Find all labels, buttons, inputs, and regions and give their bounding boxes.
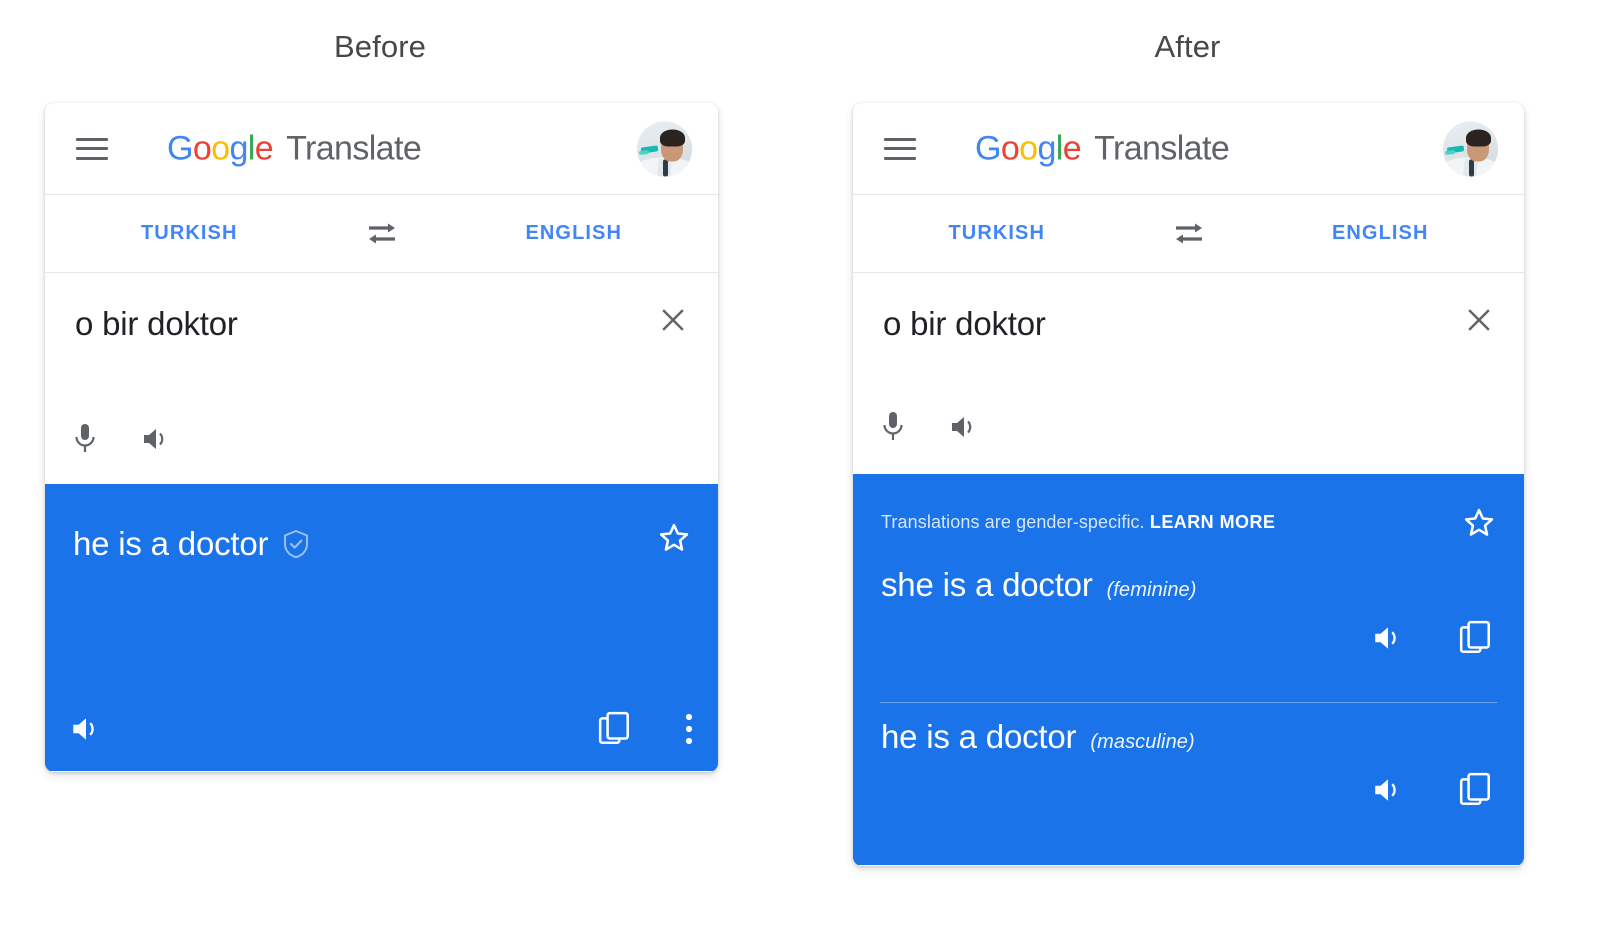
translation-text: she is a doctor — [881, 566, 1093, 603]
language-bar: TURKISH ENGLISH — [853, 195, 1524, 273]
google-wordmark: Google — [167, 129, 274, 167]
google-translate-logo: Google Translate — [167, 129, 422, 168]
verified-shield-icon — [282, 529, 310, 559]
microphone-icon[interactable] — [72, 422, 98, 456]
star-outline-icon[interactable] — [656, 520, 692, 556]
close-icon[interactable] — [654, 301, 692, 339]
close-icon[interactable] — [1460, 301, 1498, 339]
source-language-button[interactable]: TURKISH — [853, 222, 1141, 245]
source-actions — [72, 422, 172, 456]
gender-label: (masculine) — [1090, 731, 1195, 753]
translation-text: he is a doctor — [881, 718, 1077, 755]
google-translate-logo: Google Translate — [975, 129, 1230, 168]
avatar[interactable] — [1443, 121, 1498, 176]
source-input[interactable]: o bir doktor — [75, 305, 238, 343]
avatar[interactable] — [637, 121, 692, 176]
result-action-bar — [45, 711, 718, 747]
speaker-icon[interactable] — [140, 424, 172, 454]
before-heading: Before — [334, 29, 426, 64]
language-bar: TURKISH ENGLISH — [45, 195, 718, 273]
translation-row: he is a doctor — [73, 525, 310, 563]
variant-divider — [880, 702, 1497, 703]
speaker-icon[interactable] — [1371, 622, 1405, 654]
translation-variant-feminine: she is a doctor (feminine) — [853, 566, 1524, 688]
comparison-figure: Before After Google Translate TURKISH EN… — [0, 0, 1600, 939]
translation-variant-masculine: he is a doctor (masculine) — [853, 718, 1524, 848]
hamburger-menu-icon[interactable] — [76, 137, 108, 160]
gender-label: (feminine) — [1106, 579, 1197, 601]
source-input[interactable]: o bir doktor — [883, 305, 1046, 343]
copy-icon[interactable] — [598, 711, 632, 747]
target-language-button[interactable]: ENGLISH — [430, 222, 719, 245]
source-language-button[interactable]: TURKISH — [45, 222, 334, 245]
swap-arrows-icon[interactable] — [1141, 219, 1237, 249]
copy-icon[interactable] — [1459, 620, 1493, 656]
hamburger-menu-icon[interactable] — [884, 137, 916, 160]
before-translate-card: Google Translate TURKISH ENGLISH o bir d… — [45, 103, 718, 772]
source-text-area[interactable]: o bir doktor — [45, 273, 718, 484]
speaker-icon[interactable] — [948, 412, 980, 442]
speaker-icon[interactable] — [69, 713, 103, 745]
app-bar: Google Translate — [45, 103, 718, 195]
more-vertical-icon[interactable] — [684, 712, 694, 746]
microphone-icon[interactable] — [880, 410, 906, 444]
product-name: Translate — [286, 129, 422, 167]
notice-text: Translations are gender-specific. — [881, 512, 1145, 532]
speaker-icon[interactable] — [1371, 774, 1405, 806]
target-language-button[interactable]: ENGLISH — [1237, 222, 1525, 245]
swap-arrows-icon[interactable] — [334, 219, 430, 249]
app-bar: Google Translate — [853, 103, 1524, 195]
copy-icon[interactable] — [1459, 772, 1493, 808]
learn-more-link[interactable]: LEARN MORE — [1150, 512, 1276, 532]
source-text-area[interactable]: o bir doktor — [853, 273, 1524, 474]
translation-result-panel: he is a doctor — [45, 484, 718, 771]
after-translate-card: Google Translate TURKISH ENGLISH o bir d… — [853, 103, 1524, 866]
variant-actions — [853, 620, 1524, 656]
after-heading: After — [1154, 29, 1221, 64]
gender-specific-notice: Translations are gender-specific. LEARN … — [881, 512, 1275, 533]
star-outline-icon[interactable] — [1461, 505, 1497, 541]
product-name: Translate — [1094, 129, 1230, 167]
translation-text: he is a doctor — [73, 525, 269, 562]
translation-result-panel: Translations are gender-specific. LEARN … — [853, 474, 1524, 865]
google-wordmark: Google — [975, 129, 1082, 167]
variant-actions — [853, 772, 1524, 808]
source-actions — [880, 410, 980, 444]
